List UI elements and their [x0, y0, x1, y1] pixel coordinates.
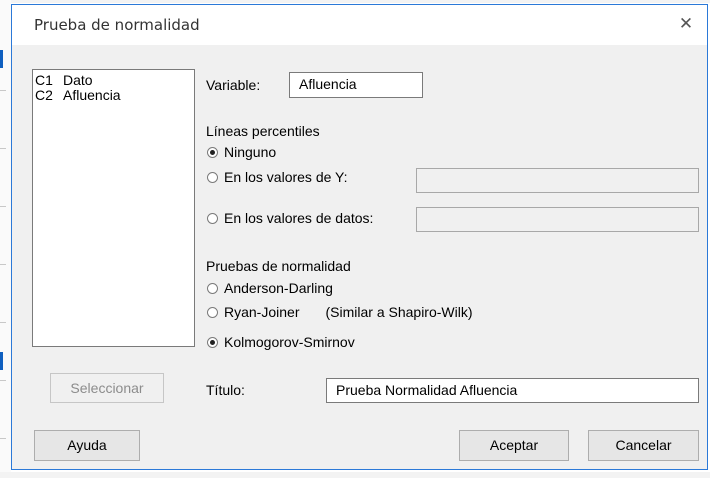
list-item[interactable]: C1 Dato — [35, 73, 194, 88]
radio-label: En los valores de datos: — [224, 210, 374, 226]
ok-button[interactable]: Aceptar — [459, 430, 569, 461]
column-name: Dato — [63, 72, 93, 88]
radio-label: Ryan-Joiner — [224, 304, 300, 320]
dialog-titlebar: Prueba de normalidad ✕ — [12, 5, 707, 45]
radio-ryan-joiner[interactable]: Ryan-Joiner (Similar a Shapiro-Wilk) — [207, 304, 473, 320]
cancel-button[interactable]: Cancelar — [588, 430, 699, 461]
background-tick — [0, 206, 6, 207]
background-tick — [0, 148, 6, 149]
column-name: Afluencia — [63, 87, 121, 103]
radio-anderson-darling[interactable]: Anderson-Darling — [207, 280, 333, 296]
normality-tests-heading: Pruebas de normalidad — [206, 258, 351, 274]
radio-ninguno[interactable]: Ninguno — [207, 144, 276, 160]
percentile-lines-heading: Líneas percentiles — [206, 123, 320, 139]
radio-selected-icon — [207, 336, 218, 348]
background-tick — [0, 380, 6, 381]
radio-unselected-icon — [207, 282, 218, 294]
close-icon[interactable]: ✕ — [675, 13, 697, 35]
data-values-input[interactable] — [416, 207, 699, 232]
background-tick — [0, 90, 6, 91]
radio-label: Kolmogorov-Smirnov — [224, 334, 355, 350]
variable-label: Variable: — [206, 77, 261, 93]
background-window-edge — [0, 0, 710, 3]
radio-data-values[interactable]: En los valores de datos: — [207, 210, 373, 226]
background-window-left — [0, 0, 11, 478]
column-id: C1 — [35, 72, 53, 88]
radio-unselected-icon — [207, 212, 218, 224]
y-values-input[interactable] — [416, 168, 699, 193]
radio-label: Ninguno — [224, 144, 277, 160]
dialog-title: Prueba de normalidad — [34, 16, 200, 34]
variable-list[interactable]: C1 Dato C2 Afluencia — [32, 69, 195, 347]
radio-selected-icon — [207, 146, 218, 158]
background-tick — [0, 438, 6, 439]
select-button[interactable]: Seleccionar — [50, 373, 164, 403]
help-button[interactable]: Ayuda — [34, 430, 140, 461]
radio-label: En los valores de Y: — [224, 169, 348, 185]
background-selection-mark — [0, 352, 3, 370]
normality-test-dialog: Prueba de normalidad ✕ C1 Dato C2 Afluen… — [11, 4, 708, 470]
radio-kolmogorov-smirnov[interactable]: Kolmogorov-Smirnov — [207, 334, 355, 350]
background-tick — [0, 322, 6, 323]
background-selection-mark — [0, 50, 3, 68]
column-id: C2 — [35, 87, 53, 103]
radio-unselected-icon — [207, 171, 218, 183]
title-input[interactable]: Prueba Normalidad Afluencia — [326, 378, 699, 403]
title-label: Título: — [206, 382, 245, 398]
radio-unselected-icon — [207, 306, 218, 318]
background-tick — [0, 264, 6, 265]
radio-label: Anderson-Darling — [224, 280, 333, 296]
background-window-bottom — [0, 472, 710, 478]
list-item[interactable]: C2 Afluencia — [35, 88, 194, 103]
variable-input[interactable]: Afluencia — [289, 72, 423, 98]
radio-y-values[interactable]: En los valores de Y: — [207, 169, 347, 185]
radio-note: (Similar a Shapiro-Wilk) — [325, 304, 473, 320]
